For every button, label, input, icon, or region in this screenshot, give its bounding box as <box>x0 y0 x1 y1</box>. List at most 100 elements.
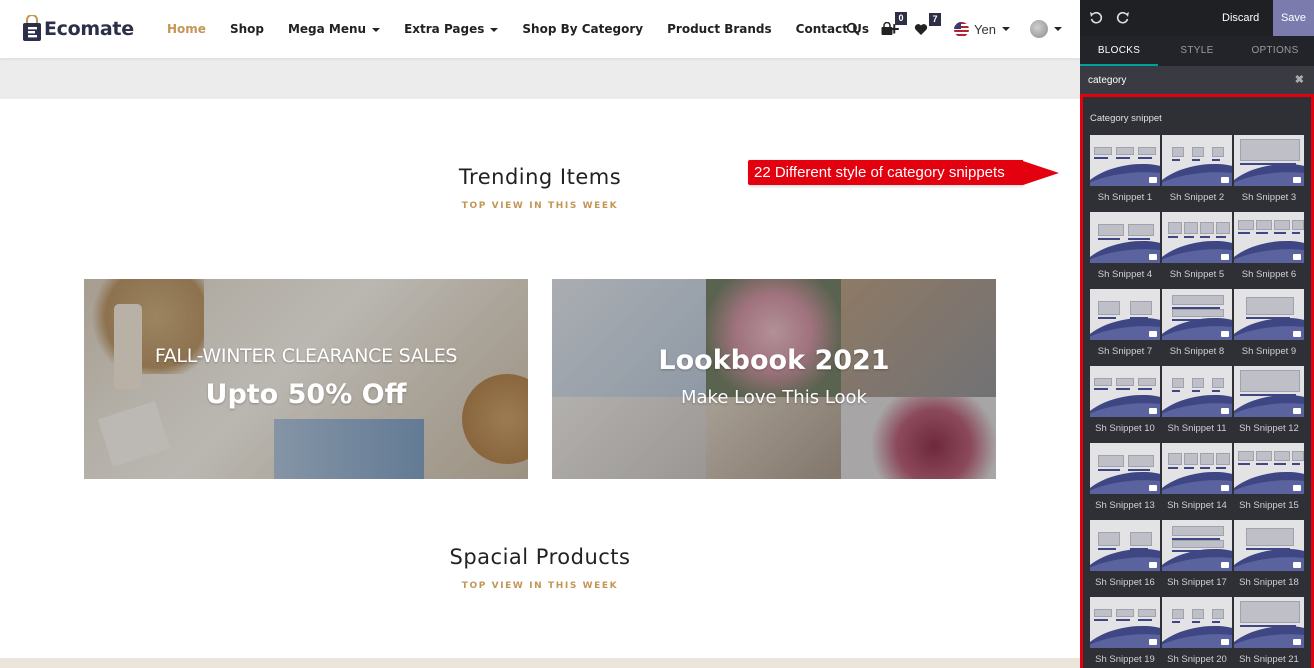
discard-button[interactable]: Discard <box>1222 0 1259 36</box>
menu-item-shop[interactable]: Shop <box>230 22 264 36</box>
thumbnail-block <box>1128 455 1154 467</box>
menu-item-shop-by-category[interactable]: Shop By Category <box>522 22 643 36</box>
thumbnail-block <box>1240 139 1300 161</box>
user-avatar[interactable] <box>1029 20 1048 38</box>
tab-blocks[interactable]: BLOCKS <box>1080 36 1158 66</box>
snippet-card[interactable]: Sh Snippet 4 <box>1089 211 1161 288</box>
image-icon <box>1293 331 1301 337</box>
tab-style[interactable]: STYLE <box>1158 36 1236 66</box>
snippet-card[interactable]: Sh Snippet 19 <box>1089 596 1161 668</box>
menu-item-home[interactable]: Home <box>167 22 206 36</box>
snippet-card[interactable]: Sh Snippet 5 <box>1161 211 1233 288</box>
thumbnail-block <box>1094 378 1112 386</box>
snippet-thumbnail <box>1233 134 1305 187</box>
snippet-search-input[interactable] <box>1088 71 1288 89</box>
currency-selector[interactable]: Yen <box>954 21 1010 37</box>
caret-down-icon[interactable] <box>1053 27 1062 31</box>
thumbnail-line <box>1094 388 1108 390</box>
cart-icon[interactable]: 0 <box>880 12 907 36</box>
thumbnail-line <box>1246 317 1290 319</box>
snippet-card[interactable]: Sh Snippet 8 <box>1161 288 1233 365</box>
caret-down-icon <box>372 27 381 32</box>
trending-subtitle: TOP VIEW IN THIS WEEK <box>461 201 619 211</box>
snippet-card[interactable]: Sh Snippet 3 <box>1233 134 1305 211</box>
thumbnail-block <box>1116 609 1134 617</box>
thumbnail-block <box>1200 453 1214 465</box>
lookbook-banner[interactable]: Lookbook 2021 Make Love This Look <box>552 279 996 479</box>
thumbnail-line <box>1172 621 1180 623</box>
brand-logo[interactable]: Ecomate <box>22 15 134 42</box>
thumbnail-block <box>1098 224 1124 236</box>
snippet-label: Sh Snippet 16 <box>1095 577 1155 588</box>
snippet-label: Sh Snippet 3 <box>1241 192 1297 203</box>
snippet-card[interactable]: Sh Snippet 12 <box>1233 365 1305 442</box>
snippet-label: Sh Snippet 8 <box>1169 346 1225 357</box>
snippet-card[interactable]: Sh Snippet 11 <box>1161 365 1233 442</box>
snippet-thumbnail <box>1089 519 1161 572</box>
snippet-card[interactable]: Sh Snippet 20 <box>1161 596 1233 668</box>
thumbnail-line <box>1238 232 1250 234</box>
thumbnail-block <box>1168 222 1182 234</box>
thumbnail-block <box>1168 453 1182 465</box>
snippet-thumbnail <box>1089 134 1161 187</box>
snippet-card[interactable]: Sh Snippet 14 <box>1161 442 1233 519</box>
thumbnail-block <box>1212 147 1224 157</box>
image-icon <box>1149 331 1157 337</box>
menu-item-mega-menu[interactable]: Mega Menu <box>288 22 381 36</box>
clearance-banner-title: FALL-WINTER CLEARANCE SALES <box>154 345 458 367</box>
thumbnail-block <box>1184 453 1198 465</box>
thumbnail-line <box>1240 625 1296 627</box>
snippet-card[interactable]: Sh Snippet 13 <box>1089 442 1161 519</box>
snippet-label: Sh Snippet 17 <box>1167 577 1227 588</box>
thumbnail-block <box>1172 295 1224 305</box>
undo-icon[interactable] <box>1088 10 1104 26</box>
caret-down-icon <box>490 27 499 32</box>
snippet-card[interactable]: Sh Snippet 6 <box>1233 211 1305 288</box>
thumbnail-line <box>1128 469 1150 471</box>
thumbnail-block <box>1240 370 1300 392</box>
clearance-banner[interactable]: FALL-WINTER CLEARANCE SALES Upto 50% Off <box>84 279 528 479</box>
save-button[interactable]: Save <box>1273 0 1314 36</box>
snippet-card[interactable]: Sh Snippet 10 <box>1089 365 1161 442</box>
clear-search-icon[interactable]: ✖ <box>1295 73 1304 86</box>
snippet-thumbnail <box>1161 211 1233 264</box>
image-icon <box>1293 177 1301 183</box>
snippet-card[interactable]: Sh Snippet 1 <box>1089 134 1161 211</box>
annotation-callout: 22 Different style of category snippets <box>748 160 1059 185</box>
thumbnail-line <box>1192 159 1200 161</box>
menu-item-extra-pages[interactable]: Extra Pages <box>404 22 499 36</box>
lookbook-banner-subtitle: Make Love This Look <box>681 387 867 408</box>
thumbnail-line <box>1292 463 1300 465</box>
snippet-card[interactable]: Sh Snippet 7 <box>1089 288 1161 365</box>
heart-icon[interactable]: 7 <box>914 12 941 36</box>
snippet-label: Sh Snippet 19 <box>1095 654 1155 665</box>
snippet-thumbnail <box>1161 365 1233 418</box>
snippet-card[interactable]: Sh Snippet 21 <box>1233 596 1305 668</box>
snippet-thumbnail <box>1089 365 1161 418</box>
currency-label: Yen <box>974 21 996 37</box>
snippet-card[interactable]: Sh Snippet 18 <box>1233 519 1305 596</box>
search-icon[interactable] <box>846 22 860 36</box>
thumbnail-line <box>1212 621 1220 623</box>
tab-options[interactable]: OPTIONS <box>1236 36 1314 66</box>
thumbnail-line <box>1256 463 1268 465</box>
snippet-card[interactable]: Sh Snippet 9 <box>1233 288 1305 365</box>
thumbnail-block <box>1172 147 1184 157</box>
snippet-thumbnail <box>1233 211 1305 264</box>
thumbnail-block <box>1184 222 1198 234</box>
thumbnail-block <box>1116 378 1134 386</box>
snippet-card[interactable]: Sh Snippet 2 <box>1161 134 1233 211</box>
annotation-text: 22 Different style of category snippets <box>748 160 1023 185</box>
thumbnail-line <box>1094 619 1108 621</box>
snippet-card[interactable]: Sh Snippet 16 <box>1089 519 1161 596</box>
snippet-card[interactable]: Sh Snippet 15 <box>1233 442 1305 519</box>
snippet-thumbnail <box>1161 519 1233 572</box>
thumbnail-line <box>1200 467 1210 469</box>
thumbnail-line <box>1172 319 1220 321</box>
thumbnail-block <box>1094 609 1112 617</box>
menu-item-product-brands[interactable]: Product Brands <box>667 22 772 36</box>
snippet-card[interactable]: Sh Snippet 17 <box>1161 519 1233 596</box>
snippet-label: Sh Snippet 10 <box>1095 423 1155 434</box>
cart-count-badge: 0 <box>895 12 907 25</box>
redo-icon[interactable] <box>1115 10 1131 26</box>
